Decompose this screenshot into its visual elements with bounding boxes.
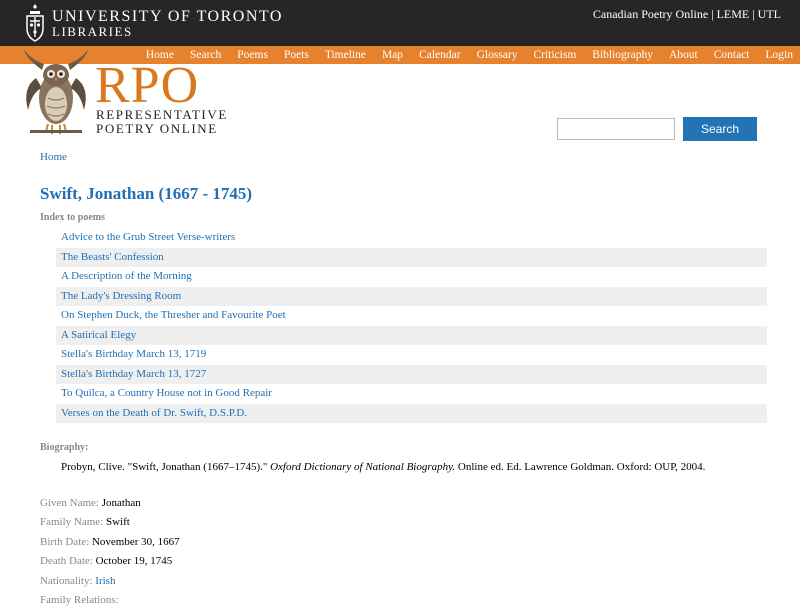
family-name-value: Swift [106, 516, 130, 528]
biography-citation: Probyn, Clive. "Swift, Jonathan (1667–17… [61, 461, 705, 473]
index-label: Index to poems [40, 212, 106, 223]
death-date-label: Death Date: [40, 555, 93, 567]
top-link-canadian-poetry-online[interactable]: Canadian Poetry Online [593, 7, 708, 21]
nav-item-calendar[interactable]: Calendar [411, 46, 469, 64]
family-name-row: Family Name: Swift [40, 516, 130, 528]
page-title: Swift, Jonathan (1667 - 1745) [40, 184, 253, 203]
top-link-leme[interactable]: LEME [717, 7, 750, 21]
uoft-line2: LIBRARIES [52, 24, 133, 39]
poem-link[interactable]: A Satirical Elegy [56, 325, 767, 345]
nav-item-bibliography[interactable]: Bibliography [584, 46, 661, 64]
biography-citation-post: Online ed. Ed. Lawrence Goldman. Oxford:… [457, 461, 706, 473]
birth-date-label: Birth Date: [40, 536, 90, 548]
poem-link[interactable]: On Stephen Duck, the Thresher and Favour… [56, 306, 767, 326]
birth-date-value: November 30, 1667 [91, 536, 180, 548]
uoft-crest-icon[interactable] [24, 3, 46, 43]
poem-link[interactable]: The Beasts' Confession [56, 247, 767, 267]
nav-item-login[interactable]: Login [758, 46, 800, 64]
given-name-label: Given Name: [40, 497, 99, 509]
nav-item-poems[interactable]: Poems [229, 46, 276, 64]
top-link-utl[interactable]: UTL [758, 7, 781, 21]
death-date-value: October 19, 1745 [95, 555, 173, 567]
nationality-row: Nationality: Irish [40, 575, 115, 587]
nationality-label: Nationality: [40, 575, 93, 587]
top-bar: UNIVERSITY OF TORONTO LIBRARIES Canadian… [0, 0, 800, 46]
nav-item-criticism[interactable]: Criticism [525, 46, 584, 64]
given-name-row: Given Name: Jonathan [40, 497, 141, 509]
death-date-row: Death Date: October 19, 1745 [40, 555, 172, 567]
uoft-libraries-logo-text[interactable]: UNIVERSITY OF TORONTO LIBRARIES [52, 8, 283, 40]
biography-citation-pre: Probyn, Clive. "Swift, Jonathan (1667–17… [61, 461, 268, 473]
top-link-separator: | [752, 7, 755, 21]
breadcrumb-home[interactable]: Home [40, 151, 67, 163]
rpo-subtitle-line1: REPRESENTATIVE [96, 107, 228, 122]
nav-item-contact[interactable]: Contact [706, 46, 758, 64]
poem-link[interactable]: Stella's Birthday March 13, 1719 [56, 345, 767, 365]
owl-logo-icon[interactable] [22, 48, 90, 136]
rpo-logo[interactable]: RPO [95, 60, 199, 112]
nav-item-poets[interactable]: Poets [276, 46, 317, 64]
nationality-link[interactable]: Irish [95, 575, 115, 587]
uoft-line1: UNIVERSITY OF TORONTO [52, 8, 283, 25]
biography-citation-source: Oxford Dictionary of National Biography. [270, 461, 456, 473]
poem-link[interactable]: Advice to the Grub Street Verse-writers [56, 228, 767, 248]
top-links: Canadian Poetry Online | LEME | UTL [593, 7, 781, 22]
family-relations-label: Family Relations: [40, 594, 119, 606]
family-name-label: Family Name: [40, 516, 104, 528]
nav-item-timeline[interactable]: Timeline [317, 46, 374, 64]
nav-item-about[interactable]: About [661, 46, 706, 64]
rpo-subtitle-line2: POETRY ONLINE [96, 121, 218, 136]
poem-list: Advice to the Grub Street Verse-writers … [56, 228, 767, 423]
poem-link[interactable]: Stella's Birthday March 13, 1727 [56, 364, 767, 384]
given-name-value: Jonathan [101, 497, 141, 509]
poem-link[interactable]: A Description of the Morning [56, 267, 767, 287]
poem-link[interactable]: Verses on the Death of Dr. Swift, D.S.P.… [56, 403, 767, 423]
poem-link[interactable]: To Quilca, a Country House not in Good R… [56, 384, 767, 404]
nav-item-map[interactable]: Map [374, 46, 411, 64]
search-input[interactable] [557, 118, 675, 140]
rpo-subtitle: REPRESENTATIVE POETRY ONLINE [96, 108, 228, 136]
top-link-separator: | [711, 7, 714, 21]
birth-date-row: Birth Date: November 30, 1667 [40, 536, 180, 548]
poem-link[interactable]: The Lady's Dressing Room [56, 286, 767, 306]
nav-item-glossary[interactable]: Glossary [469, 46, 526, 64]
search-button[interactable]: Search [683, 117, 757, 141]
family-relations-row: Family Relations: [40, 594, 119, 606]
biography-label: Biography: [40, 442, 89, 453]
